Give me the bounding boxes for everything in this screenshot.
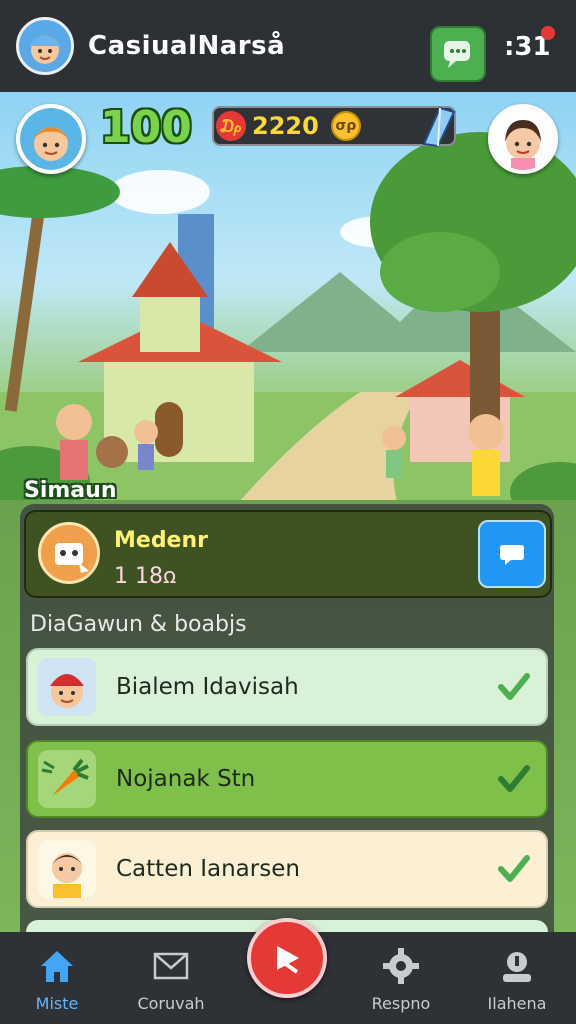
nav-label: Coruvah xyxy=(137,994,205,1013)
carrot-avatar xyxy=(38,750,96,808)
home-icon xyxy=(41,951,73,982)
notification-dot xyxy=(541,26,555,40)
player-avatar[interactable] xyxy=(16,17,74,75)
nav-profile[interactable]: Ilahena xyxy=(472,932,562,1024)
nav-settings[interactable]: Respno xyxy=(356,932,446,1024)
list-item[interactable]: Catten Ianarsen xyxy=(26,830,548,908)
village-illustration xyxy=(0,132,576,512)
check-icon[interactable] xyxy=(498,672,530,706)
nav-label: Miste xyxy=(35,994,79,1013)
section-title: DiaGawun & boabjs xyxy=(30,612,247,637)
profile-icon xyxy=(503,952,531,982)
friend-name: Bialem Idavisah xyxy=(116,674,299,700)
chat-icon xyxy=(444,41,470,68)
featured-name: Medenr xyxy=(114,528,208,553)
nav-label: Ilahena xyxy=(487,994,547,1013)
crystal-icon xyxy=(418,104,458,152)
list-item[interactable]: Nojanak Stn xyxy=(26,740,548,818)
top-app-bar: CasiualNarså xyxy=(0,0,576,92)
app-title: CasiualNarså xyxy=(88,31,286,61)
play-icon xyxy=(277,946,299,974)
featured-card[interactable]: Medenr 1 18ꭥ xyxy=(24,510,552,598)
nav-label: Respno xyxy=(371,994,431,1013)
player-portrait[interactable] xyxy=(16,104,86,174)
mail-icon xyxy=(153,952,189,980)
speech-bubble-icon xyxy=(500,545,524,565)
featured-stat: 1 18ꭥ xyxy=(114,564,177,589)
friend-avatar xyxy=(38,840,96,898)
coin-count: 2220 xyxy=(252,112,319,140)
score-counter: 100 xyxy=(100,102,192,153)
coin-icon: σρ xyxy=(330,111,361,141)
friend-name: Nojanak Stn xyxy=(116,766,256,792)
friend-name: Catten Ianarsen xyxy=(116,856,300,882)
check-icon[interactable] xyxy=(498,764,530,798)
gear-icon xyxy=(383,948,419,984)
village-scene[interactable] xyxy=(0,92,576,512)
list-item[interactable]: Bialem Idavisah xyxy=(26,648,548,726)
featured-chat-button[interactable] xyxy=(478,520,546,588)
nav-mail[interactable]: Coruvah xyxy=(126,932,216,1024)
nav-home[interactable]: Miste xyxy=(12,932,102,1024)
friend-portrait[interactable] xyxy=(488,104,558,174)
friend-avatar xyxy=(38,658,96,716)
chat-button[interactable] xyxy=(430,26,486,82)
check-icon[interactable] xyxy=(498,854,530,888)
play-button[interactable] xyxy=(247,918,327,998)
ruby-icon: ₯ xyxy=(216,111,246,141)
featured-avatar xyxy=(38,522,100,584)
